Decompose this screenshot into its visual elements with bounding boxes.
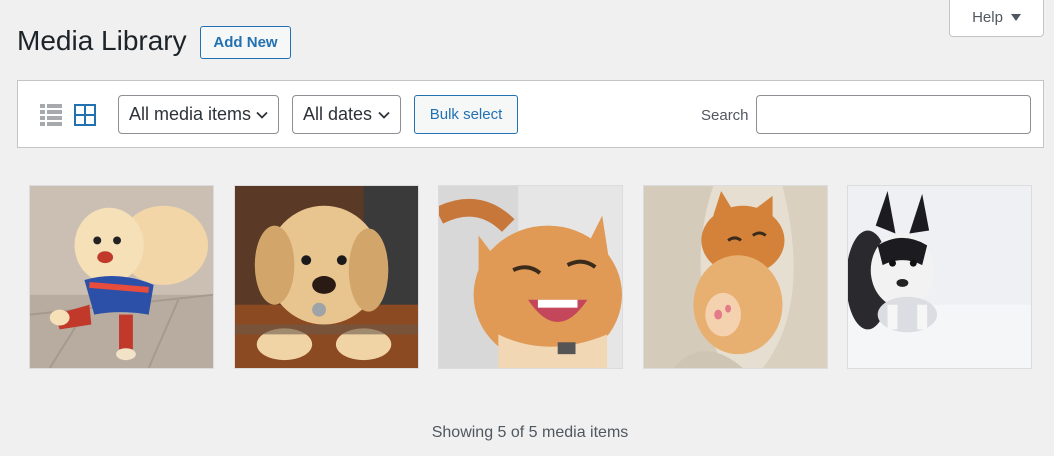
caret-down-icon bbox=[1010, 14, 1021, 21]
search-label: Search bbox=[701, 107, 749, 124]
media-count-status: Showing 5 of 5 media items bbox=[431, 424, 629, 441]
media-type-filter[interactable]: All media items bbox=[118, 95, 279, 134]
labrador-puppy-image bbox=[235, 186, 418, 368]
media-item-laughing-cat[interactable] bbox=[438, 185, 623, 369]
media-item-husky-puppy[interactable] bbox=[847, 185, 1032, 369]
search-input[interactable] bbox=[756, 95, 1031, 134]
page-title: Media Library bbox=[17, 25, 187, 56]
date-filter-value: All dates bbox=[303, 104, 373, 124]
grid-view-icon[interactable] bbox=[74, 104, 96, 126]
date-filter[interactable]: All dates bbox=[292, 95, 401, 134]
chevron-down-icon bbox=[378, 111, 390, 119]
help-label: Help bbox=[972, 9, 1003, 26]
add-new-button[interactable]: Add New bbox=[200, 26, 291, 59]
husky-puppy-image bbox=[848, 186, 1031, 368]
list-view-icon[interactable] bbox=[40, 104, 62, 126]
media-type-filter-value: All media items bbox=[129, 104, 252, 124]
media-item-pomeranian-dog[interactable] bbox=[29, 185, 214, 369]
media-item-labrador-puppy[interactable] bbox=[234, 185, 419, 369]
bulk-select-button[interactable]: Bulk select bbox=[414, 95, 518, 134]
chevron-down-icon bbox=[256, 111, 268, 119]
media-item-sleeping-kitten[interactable] bbox=[643, 185, 828, 369]
sleeping-kitten-image bbox=[644, 186, 827, 368]
laughing-cat-image bbox=[439, 186, 622, 368]
help-tab[interactable]: Help bbox=[949, 0, 1044, 37]
pomeranian-dog-image bbox=[30, 186, 213, 368]
media-toolbar: All media items All dates Bulk select Se… bbox=[17, 80, 1044, 148]
